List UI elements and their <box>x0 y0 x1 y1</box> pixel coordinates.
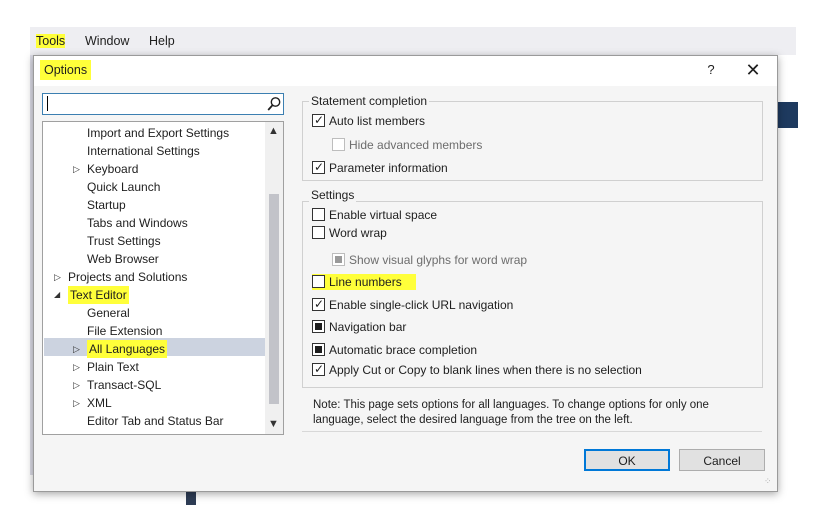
checkbox[interactable] <box>312 275 325 288</box>
tree-item-label: File Extension <box>87 324 163 338</box>
search-icon[interactable] <box>267 96 281 112</box>
dialog-title: Options <box>40 60 92 80</box>
tree-item-label: Plain Text <box>87 360 139 374</box>
tree-item[interactable]: ◢ Text Editor <box>43 286 265 304</box>
tree-item[interactable]: ▷ Transact-SQL <box>43 376 265 394</box>
menu-tools[interactable]: Tools <box>36 34 66 48</box>
tree-item[interactable]: Startup <box>43 196 265 214</box>
resize-grip-icon[interactable]: ⁘ <box>764 476 774 486</box>
tree-item[interactable]: ▷ Projects and Solutions <box>43 268 265 286</box>
tree-item-label: Startup <box>87 198 126 212</box>
tree-item[interactable]: Trust Settings <box>43 232 265 250</box>
tree-item[interactable]: File Extension <box>43 322 265 340</box>
collapsed-arrow-icon[interactable]: ▷ <box>73 160 80 178</box>
tree-item-label: International Settings <box>87 144 200 158</box>
checkbox[interactable] <box>312 208 325 221</box>
tree-item-label: XML <box>87 396 112 410</box>
option-label: Apply Cut or Copy to blank lines when th… <box>329 363 642 377</box>
tree-item-label: Editor Tab and Status Bar <box>87 414 224 428</box>
checkbox[interactable] <box>312 320 325 333</box>
options-dialog: Options ? ✕ Import and Export Settings In… <box>33 55 778 492</box>
check-icon: ✓ <box>314 297 325 311</box>
tree-item-label: Web Browser <box>87 252 159 266</box>
cancel-button[interactable]: Cancel <box>679 449 765 471</box>
checkbox[interactable] <box>312 343 325 356</box>
tree-item[interactable]: ▷ Keyboard <box>43 160 265 178</box>
close-button[interactable]: ✕ <box>742 60 764 82</box>
tree-item[interactable]: Web Browser <box>43 250 265 268</box>
collapsed-arrow-icon[interactable]: ▷ <box>73 376 80 394</box>
indeterminate-icon <box>335 256 342 263</box>
expanded-arrow-icon[interactable]: ◢ <box>54 286 60 304</box>
tree-item-label: Quick Launch <box>87 180 161 194</box>
tree-item[interactable]: ▷ XML <box>43 394 265 412</box>
checkbox[interactable]: ✓ <box>312 362 325 376</box>
tree-item[interactable]: Tabs and Windows <box>43 214 265 232</box>
close-icon: ✕ <box>745 60 761 80</box>
check-icon: ✓ <box>314 113 325 127</box>
option-label: Show visual glyphs for word wrap <box>349 253 528 267</box>
indeterminate-icon <box>315 346 322 353</box>
settings-label: Settings <box>309 188 357 202</box>
statement-completion-label: Statement completion <box>309 94 430 108</box>
option-label: Auto list members <box>329 114 426 128</box>
option-label: Navigation bar <box>329 320 407 334</box>
dialog-title-bar: Options ? ✕ <box>34 56 777 86</box>
tree-item-label: Projects and Solutions <box>68 270 188 284</box>
tree-item[interactable]: International Settings <box>43 142 265 160</box>
option-label: Word wrap <box>329 226 387 240</box>
tree-item[interactable]: Quick Launch <box>43 178 265 196</box>
tree-item[interactable]: Import and Export Settings <box>43 124 265 142</box>
tree-item[interactable]: ▷ All Languages <box>43 340 265 358</box>
tree-scrollbar[interactable]: ▲ ▼ <box>265 122 283 434</box>
option-row[interactable]: Line numbers <box>312 274 416 290</box>
tree-item[interactable]: Editor Tab and Status Bar <box>43 412 265 430</box>
tree-item[interactable]: ▷ Plain Text <box>43 358 265 376</box>
menu-help[interactable]: Help <box>149 34 175 48</box>
collapsed-arrow-icon[interactable]: ▷ <box>73 340 80 358</box>
tree-item-label: All Languages <box>87 340 168 358</box>
scroll-up-icon[interactable]: ▲ <box>268 125 279 137</box>
checkbox[interactable] <box>332 138 345 151</box>
scroll-thumb[interactable] <box>269 194 279 404</box>
tree-item-label: Import and Export Settings <box>87 126 230 140</box>
divider <box>302 431 762 432</box>
tree-item-label: Tabs and Windows <box>87 216 188 230</box>
ide-menubar: Tools Window Help <box>30 27 796 55</box>
note-text: Note: This page sets options for all lan… <box>313 399 709 426</box>
search-input[interactable] <box>47 95 257 111</box>
search-box[interactable] <box>42 93 284 115</box>
options-tree[interactable]: Import and Export Settings International … <box>42 121 284 435</box>
tree-item-label: Keyboard <box>87 162 139 176</box>
tree-item-label: Text Editor <box>68 286 129 304</box>
check-icon: ✓ <box>314 160 325 174</box>
checkbox[interactable] <box>312 226 325 239</box>
checkbox[interactable]: ✓ <box>312 113 325 127</box>
option-label: Line numbers <box>329 275 402 289</box>
checkbox[interactable] <box>332 253 345 266</box>
option-label: Enable single-click URL navigation <box>329 298 514 312</box>
option-label: Hide advanced members <box>349 138 483 152</box>
collapsed-arrow-icon[interactable]: ▷ <box>73 358 80 376</box>
collapsed-arrow-icon[interactable]: ▷ <box>54 268 61 286</box>
ok-button[interactable]: OK <box>584 449 670 471</box>
check-icon: ✓ <box>314 362 325 376</box>
tree-item-label: Trust Settings <box>87 234 161 248</box>
tree-item-label: Transact-SQL <box>87 378 162 392</box>
option-label: Enable virtual space <box>329 208 438 222</box>
text-caret <box>47 96 48 111</box>
tree-item[interactable]: General <box>43 304 265 322</box>
tree-item-label: General <box>87 306 130 320</box>
option-label: Automatic brace completion <box>329 343 478 357</box>
collapsed-arrow-icon[interactable]: ▷ <box>73 394 80 412</box>
scroll-down-icon[interactable]: ▼ <box>268 418 279 430</box>
indeterminate-icon <box>315 323 322 330</box>
checkbox[interactable]: ✓ <box>312 160 325 174</box>
help-button[interactable]: ? <box>702 62 720 80</box>
option-label: Parameter information <box>329 161 448 175</box>
checkbox[interactable]: ✓ <box>312 297 325 311</box>
ide-tab-strip <box>776 102 798 128</box>
menu-window[interactable]: Window <box>85 34 129 48</box>
